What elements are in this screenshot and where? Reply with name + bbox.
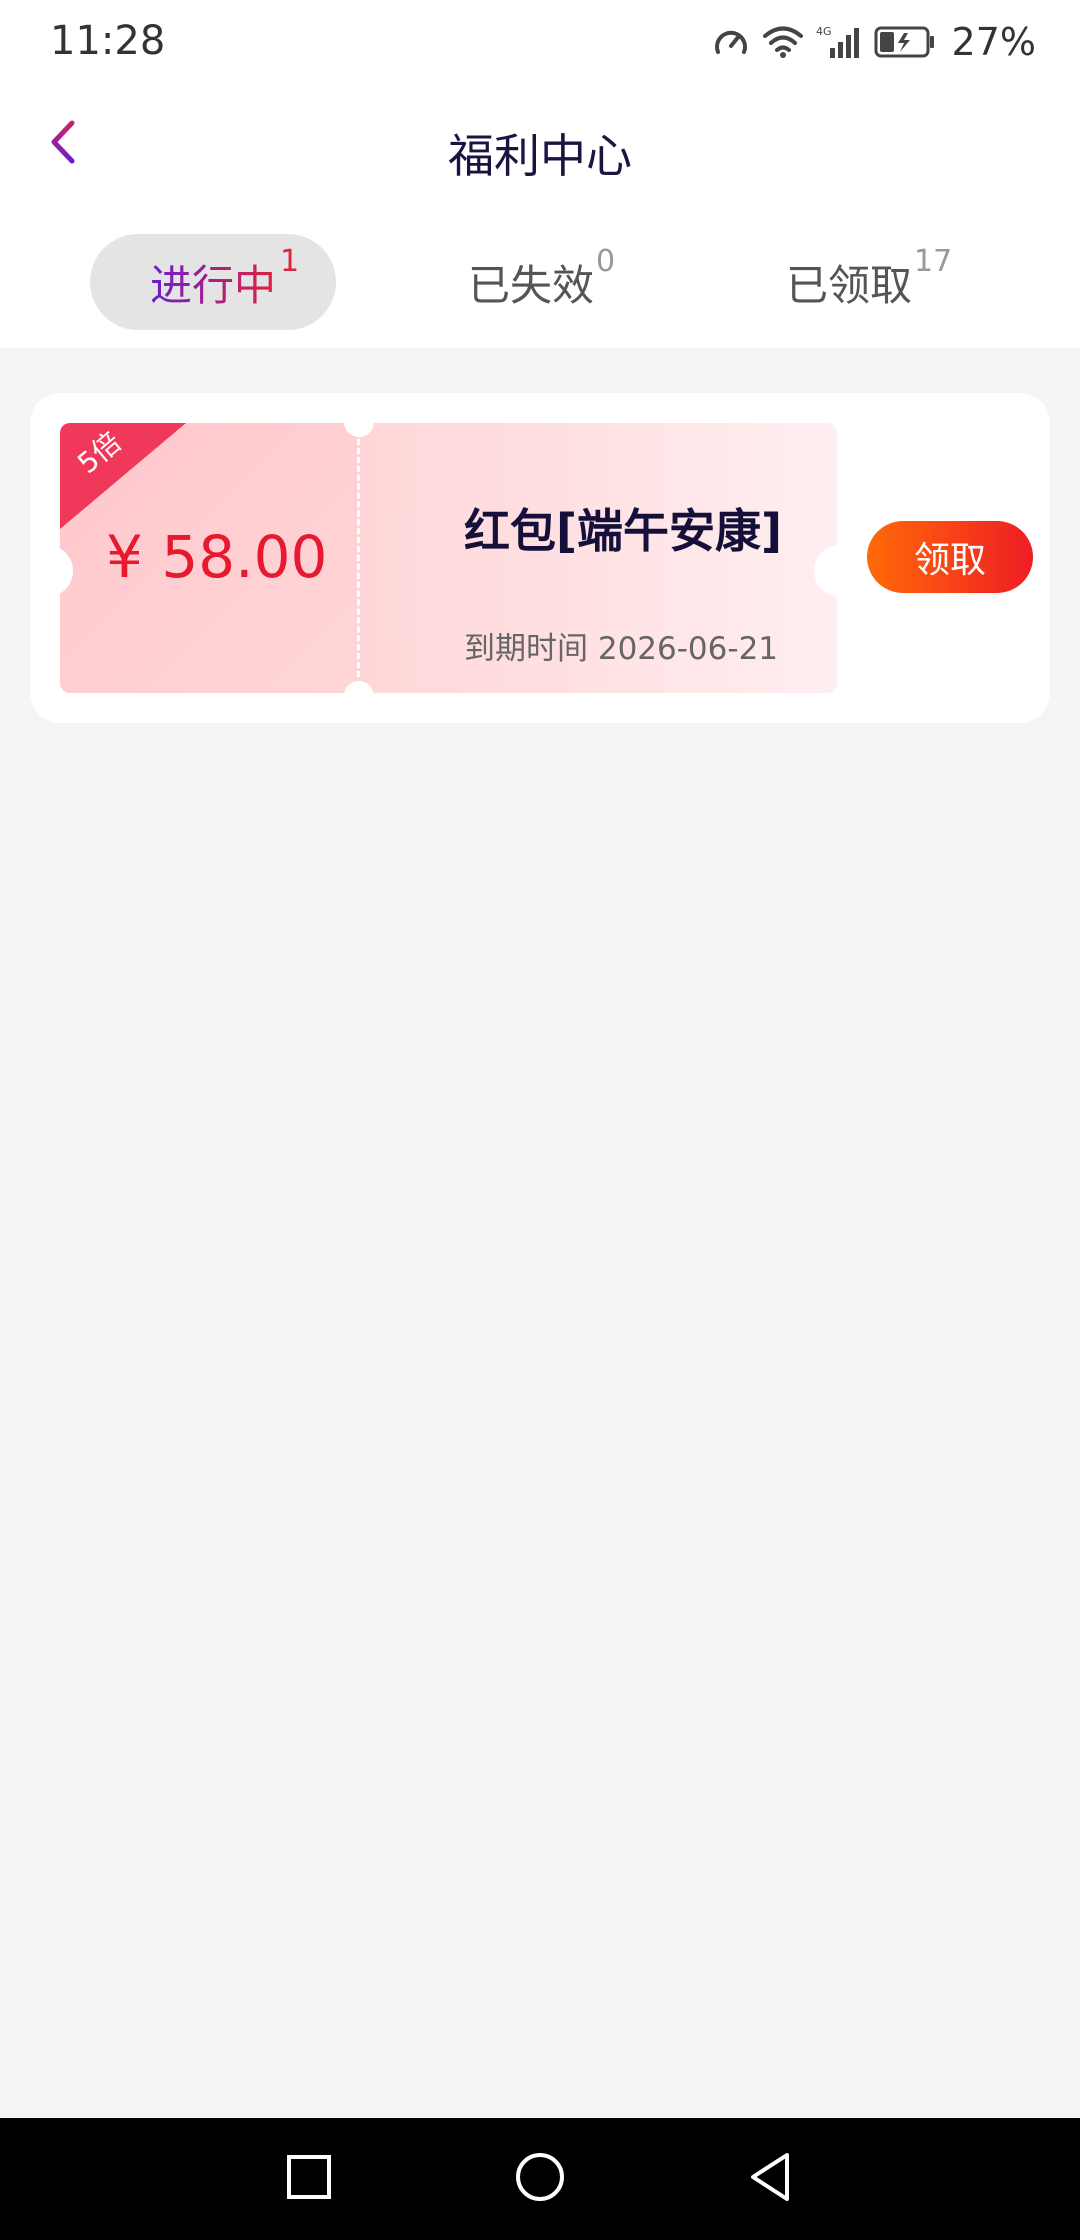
tab-bar: 进行中 1 已失效 0 已领取 17 (0, 216, 1080, 348)
tab-label: 进行中 (150, 252, 276, 313)
status-bar: 11:28 4G 27% (0, 0, 1080, 84)
home-icon (514, 2151, 566, 2207)
tab-label: 已失效 (467, 260, 594, 310)
coupon-expiry: 到期时间 2026-06-21 (464, 631, 779, 667)
tab-count: 1 (280, 244, 300, 279)
coupon-title: 红包[端午安康] (464, 504, 783, 558)
tab-in-progress[interactable]: 进行中 1 (90, 234, 336, 330)
header: 福利中心 (0, 84, 1080, 216)
svg-text:4G: 4G (816, 25, 832, 38)
page-title: 福利中心 (448, 129, 632, 183)
wifi-icon (762, 24, 804, 60)
system-back-button[interactable] (735, 2144, 805, 2214)
tab-label: 已领取 (785, 260, 912, 310)
battery-percent: 27% (951, 20, 1036, 64)
coupon-divider (357, 439, 360, 677)
status-icons: 4G 27% (712, 18, 1036, 66)
tab-count: 17 (914, 244, 953, 279)
speedometer-icon (712, 24, 750, 60)
tab-count: 0 (596, 244, 616, 279)
home-button[interactable] (505, 2144, 575, 2214)
multiplier-ribbon: 5倍 (60, 423, 186, 529)
back-triangle-icon (747, 2151, 793, 2207)
signal-4g-icon: 4G (816, 24, 862, 60)
tab-claimed[interactable]: 已领取 17 (726, 234, 972, 330)
status-time: 11:28 (50, 18, 166, 64)
system-nav-bar (0, 2118, 1080, 2240)
coupon-card: 5倍 ¥ 58.00 红包[端午安康] 到期时间 2026-06-21 领取 (30, 393, 1050, 723)
coupon-notch-bottom (344, 681, 374, 705)
claim-button[interactable]: 领取 (867, 521, 1033, 593)
recent-apps-button[interactable] (274, 2144, 344, 2214)
recent-apps-icon (286, 2154, 332, 2204)
coupon-ticket: 5倍 ¥ 58.00 红包[端午安康] 到期时间 2026-06-21 (60, 423, 837, 693)
battery-charging-icon (874, 25, 936, 59)
coupon-amount: ¥ 58.00 (106, 523, 328, 591)
tab-expired[interactable]: 已失效 0 (408, 234, 654, 330)
